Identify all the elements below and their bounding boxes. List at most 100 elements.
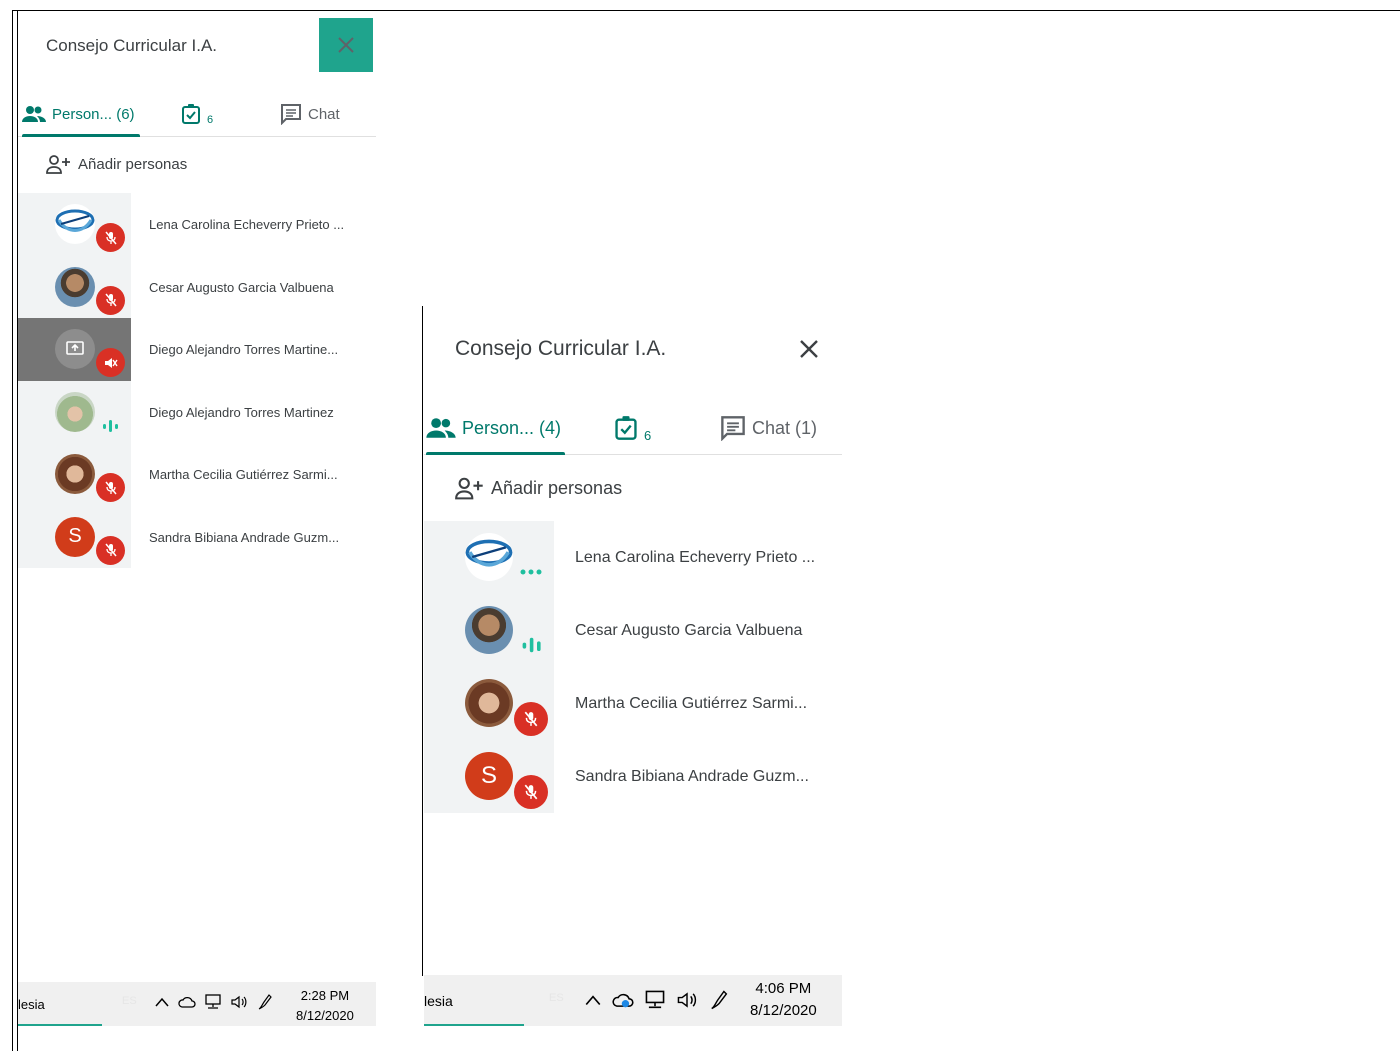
chat-icon: [721, 416, 745, 441]
participant-photo: [55, 266, 95, 307]
participant-name: Diego Alejandro Torres Martinez: [149, 404, 334, 420]
add-people-button[interactable]: Añadir personas: [455, 476, 622, 500]
add-person-icon: [46, 155, 70, 174]
tab-chat[interactable]: Chat: [280, 92, 340, 136]
participant-row[interactable]: Cesar Augusto Garcia Valbuena: [18, 255, 376, 318]
mic-off-icon: [514, 775, 548, 809]
network-icon[interactable]: [644, 990, 666, 1010]
volume-icon[interactable]: [676, 990, 698, 1010]
close-button[interactable]: [794, 334, 824, 364]
tasks-count: 6: [644, 427, 652, 443]
chat-icon: [281, 104, 301, 125]
present-screen-icon: [55, 329, 95, 369]
tab-chat-label: Chat (1): [752, 417, 818, 438]
close-icon: [338, 37, 354, 53]
participant-row[interactable]: S Sandra Bibiana Andrade Guzm...: [18, 505, 376, 568]
network-icon[interactable]: [204, 994, 222, 1010]
volume-icon[interactable]: [230, 994, 248, 1010]
participant-row[interactable]: Martha Cecilia Gutiérrez Sarmi...: [424, 667, 842, 740]
tab-people[interactable]: Person... (4): [426, 402, 565, 455]
more-dots-icon: [516, 557, 546, 587]
tab-chat[interactable]: Chat (1): [720, 402, 817, 454]
participant-row[interactable]: S Sandra Bibiana Andrade Guzm...: [424, 740, 842, 813]
participant-photo: [465, 606, 513, 654]
clock-date: 8/12/2020: [296, 1008, 354, 1023]
participant-list: Lena Carolina Echeverry Prieto ... Cesar…: [18, 193, 376, 568]
tab-people[interactable]: Person... (6): [22, 92, 140, 137]
tab-tasks[interactable]: 6: [614, 402, 651, 454]
taskbar-app-text[interactable]: lesia: [424, 993, 453, 1009]
task-check-icon: [615, 416, 637, 440]
avatar-initial: S: [55, 516, 95, 557]
pen-icon[interactable]: [708, 989, 730, 1011]
participant-row[interactable]: Cesar Augusto Garcia Valbuena: [424, 594, 842, 667]
participant-name: Diego Alejandro Torres Martine...: [149, 342, 339, 357]
speaking-icon: [516, 630, 546, 660]
speaking-icon: [98, 414, 122, 438]
participant-row[interactable]: Diego Alejandro Torres Martine...: [18, 318, 376, 381]
tab-people-label: Person... (6): [52, 105, 135, 123]
chevron-up-icon[interactable]: [584, 993, 602, 1007]
mic-off-icon: [96, 223, 125, 252]
participant-photo: [55, 391, 95, 432]
task-check-icon: [182, 104, 200, 124]
clock-time: 4:06 PM: [755, 980, 812, 997]
participant-name: Lena Carolina Echeverry Prieto ...: [149, 217, 345, 232]
participant-row[interactable]: Martha Cecilia Gutiérrez Sarmi...: [18, 443, 376, 506]
participant-photo: [465, 679, 513, 727]
taskbar-clock[interactable]: 4:06 PM 8/12/2020: [750, 978, 817, 1022]
panel-tabs: Person... (4) 6 Chat (1): [424, 402, 842, 455]
people-icon: [426, 418, 456, 438]
people-icon: [22, 106, 46, 122]
close-icon: [800, 340, 818, 358]
tab-chat-label: Chat: [308, 105, 340, 123]
chevron-up-icon[interactable]: [154, 996, 170, 1008]
tab-tasks[interactable]: 6: [181, 92, 213, 136]
mic-off-icon: [96, 535, 125, 565]
cloud-sync-icon[interactable]: [612, 991, 634, 1009]
frame-divider: [422, 306, 423, 976]
participant-name: Sandra Bibiana Andrade Guzm...: [149, 529, 340, 545]
logo-icon: [55, 204, 95, 244]
close-button[interactable]: [319, 18, 373, 72]
participant-row[interactable]: Lena Carolina Echeverry Prieto ...: [424, 521, 842, 594]
logo-icon: [465, 533, 513, 581]
clock-date: 8/12/2020: [750, 1002, 817, 1019]
participant-name: Sandra Bibiana Andrade Guzm...: [575, 768, 809, 785]
participant-name: Lena Carolina Echeverry Prieto ...: [575, 549, 816, 566]
windows-taskbar: lesia ES 4:06 PM 8/12/2020: [424, 975, 842, 1026]
avatar-initial: S: [465, 752, 513, 800]
participant-photo: [55, 454, 95, 494]
taskbar-active-indicator: [424, 1024, 524, 1026]
people-panel-2: Consejo Curricular I.A. Person... (4) 6 …: [424, 312, 842, 1026]
participant-row[interactable]: Diego Alejandro Torres Martinez: [18, 380, 376, 443]
language-indicator[interactable]: ES: [122, 995, 137, 1007]
participant-name: Martha Cecilia Gutiérrez Sarmi...: [575, 695, 808, 712]
frame-border-left: [12, 10, 13, 1051]
participant-name: Cesar Augusto Garcia Valbuena: [149, 279, 334, 295]
mic-off-icon: [96, 285, 125, 315]
pen-icon[interactable]: [256, 993, 274, 1011]
tray-icons: [154, 993, 274, 1011]
add-person-icon: [455, 477, 483, 500]
people-panel-1: Consejo Curricular I.A. Person... (6) 6 …: [18, 12, 376, 1026]
participant-list: Lena Carolina Echeverry Prieto ... Cesar…: [424, 521, 842, 813]
windows-taskbar: lesia ES 2:28 PM 8/12/2020: [18, 982, 376, 1026]
tray-icons: [584, 989, 730, 1011]
mic-off-icon: [514, 702, 548, 736]
taskbar-active-indicator: [18, 1024, 102, 1026]
panel-tabs: Person... (6) 6 Chat: [18, 92, 376, 137]
meeting-title: Consejo Curricular I.A.: [46, 36, 218, 55]
language-indicator[interactable]: ES: [549, 992, 564, 1004]
add-people-button[interactable]: Añadir personas: [46, 154, 187, 174]
add-people-label: Añadir personas: [491, 477, 623, 498]
participant-name: Martha Cecilia Gutiérrez Sarmi...: [149, 467, 338, 482]
participant-row[interactable]: Lena Carolina Echeverry Prieto ...: [18, 193, 376, 256]
add-people-label: Añadir personas: [78, 155, 188, 173]
clock-time: 2:28 PM: [300, 988, 350, 1003]
cloud-icon[interactable]: [178, 995, 196, 1009]
tasks-count: 6: [207, 114, 214, 126]
taskbar-app-text[interactable]: lesia: [18, 997, 45, 1012]
taskbar-clock[interactable]: 2:28 PM 8/12/2020: [296, 986, 354, 1026]
meeting-title: Consejo Curricular I.A.: [455, 337, 667, 360]
